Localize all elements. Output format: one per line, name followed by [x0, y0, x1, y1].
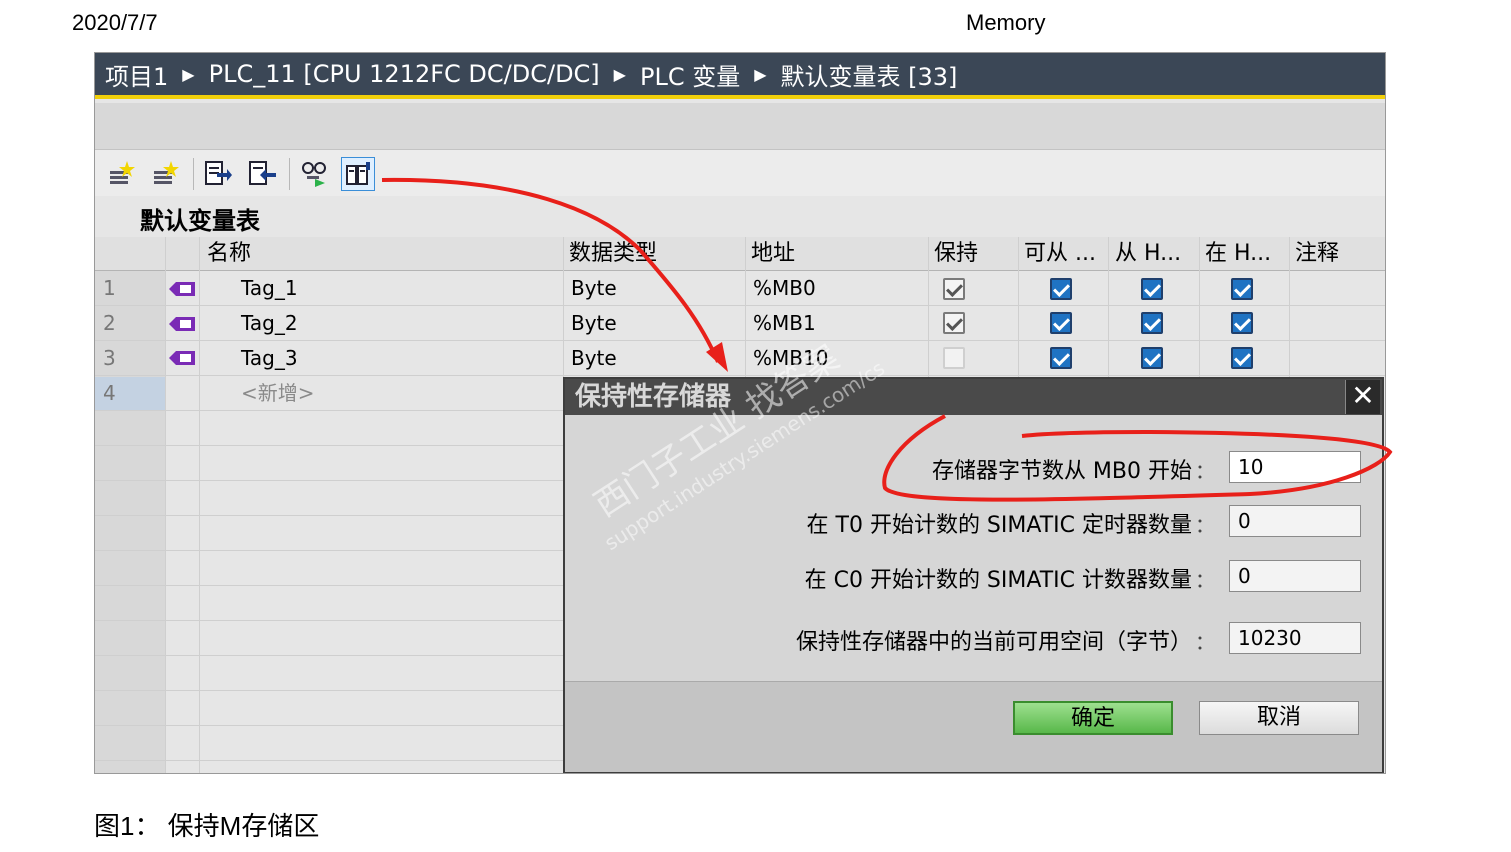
figure-caption: 图1： 保持M存储区	[94, 811, 320, 841]
annotation-overlay	[381, 177, 1393, 502]
annotation-circle	[882, 414, 1393, 502]
annotation-arrow	[381, 177, 720, 363]
